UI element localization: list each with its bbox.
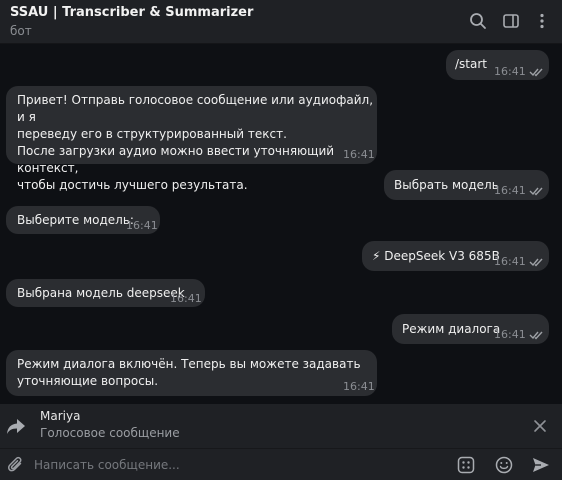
more-vert-icon[interactable]	[532, 11, 552, 31]
message-bubble-outgoing[interactable]: ⚡ DeepSeek V3 685B 16:41	[362, 241, 549, 271]
commands-icon[interactable]	[456, 455, 476, 475]
message-time: 16:41	[494, 255, 526, 268]
message-bubble-outgoing[interactable]: /start 16:41	[446, 50, 549, 80]
message-bubble-incoming[interactable]: Выберите модель: 16:41	[6, 206, 160, 234]
chat-title[interactable]: SSAU | Transcriber & Summarizer	[10, 5, 253, 20]
message-time: 16:41	[343, 148, 375, 161]
message-meta: 16:41	[494, 182, 545, 199]
double-check-icon	[529, 67, 545, 77]
message-bubble-outgoing[interactable]: Выбрать модель 16:41	[384, 170, 549, 200]
message-meta: 16:41	[170, 290, 202, 307]
message-time: 16:41	[126, 219, 158, 232]
message-time: 16:41	[170, 292, 202, 305]
chat-header: SSAU | Transcriber & Summarizer бот	[0, 0, 562, 44]
message-text: ⚡ DeepSeek V3 685B	[372, 249, 500, 263]
forward-message-type: Голосовое сообщение	[40, 426, 180, 440]
message-text: Выберите модель:	[17, 213, 134, 227]
message-bubble-outgoing[interactable]: Режим диалога 16:41	[392, 314, 549, 344]
message-input[interactable]	[34, 453, 434, 477]
message-meta: 16:41	[343, 378, 375, 395]
message-time: 16:41	[343, 380, 375, 393]
message-text: Выбрана модель deepseek	[17, 286, 185, 300]
message-bubble-incoming[interactable]: Привет! Отправь голосовое сообщение или …	[6, 86, 377, 192]
message-list[interactable]: /start 16:41 Привет! Отправь голосовое с…	[0, 44, 562, 404]
message-time: 16:41	[494, 184, 526, 197]
forward-preview: Mariya Голосовое сообщение	[0, 404, 562, 448]
message-meta: 16:41	[494, 253, 545, 270]
message-bubble-incoming[interactable]: Режим диалога включён. Теперь вы можете …	[6, 350, 377, 396]
message-meta: 16:41	[494, 63, 545, 80]
message-text: Выбрать модель	[394, 178, 499, 192]
double-check-icon	[529, 257, 545, 267]
message-composer	[0, 448, 562, 480]
sidebar-toggle-icon[interactable]	[501, 11, 521, 31]
message-meta: 16:41	[126, 217, 158, 234]
message-time: 16:41	[494, 65, 526, 78]
search-icon[interactable]	[468, 11, 488, 31]
message-meta: 16:41	[343, 146, 375, 163]
emoji-icon[interactable]	[494, 455, 514, 475]
message-text: Режим диалога включён. Теперь вы можете …	[17, 357, 361, 388]
message-text: /start	[455, 57, 487, 71]
message-text: Привет! Отправь голосовое сообщение или …	[17, 93, 374, 192]
message-time: 16:41	[494, 328, 526, 341]
forward-icon	[4, 416, 28, 436]
send-icon[interactable]	[531, 455, 551, 475]
double-check-icon	[529, 186, 545, 196]
message-bubble-incoming[interactable]: Выбрана модель deepseek 16:41	[6, 279, 205, 307]
message-text: Режим диалога	[402, 322, 501, 336]
close-icon[interactable]	[532, 418, 548, 434]
chat-subtitle: бот	[10, 24, 32, 38]
message-meta: 16:41	[494, 326, 545, 343]
paperclip-icon[interactable]	[6, 455, 26, 475]
double-check-icon	[529, 330, 545, 340]
forward-sender-name: Mariya	[40, 409, 81, 423]
